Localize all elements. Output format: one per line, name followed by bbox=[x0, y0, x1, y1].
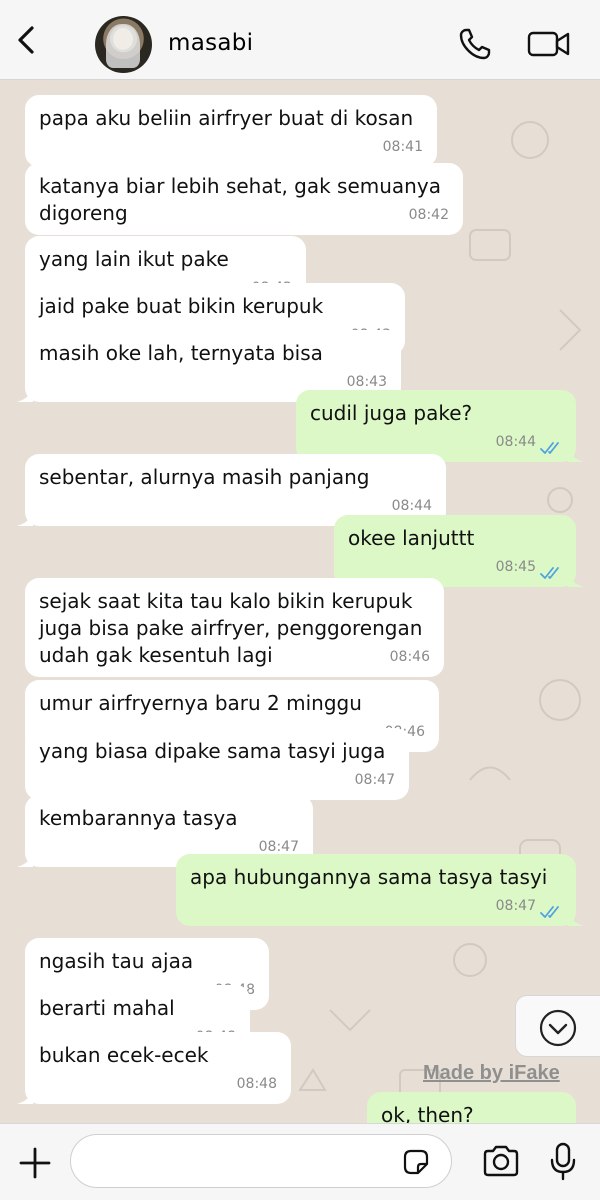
back-chevron-icon bbox=[18, 26, 34, 54]
video-call-button[interactable] bbox=[527, 28, 571, 60]
message-text: apa hubungannya sama tasya tasyi bbox=[190, 865, 548, 889]
incoming-message[interactable]: sejak saat kita tau kalo bikin kerupuk j… bbox=[25, 578, 444, 677]
message-timestamp: 08:48 bbox=[236, 1076, 277, 1092]
message-timestamp: 08:46 bbox=[389, 649, 430, 665]
message-text: bukan ecek-ecek bbox=[39, 1043, 209, 1067]
microphone-icon bbox=[550, 1142, 576, 1181]
avatar[interactable] bbox=[95, 16, 152, 73]
read-receipt-icon bbox=[540, 567, 559, 579]
sticker-button[interactable] bbox=[401, 1147, 431, 1177]
voice-call-button[interactable] bbox=[457, 26, 493, 62]
incoming-message[interactable]: yang biasa dipake sama tasyi juga 08:47 bbox=[25, 728, 409, 800]
sticker-icon bbox=[403, 1149, 429, 1175]
message-text: jaid pake buat bikin kerupuk bbox=[39, 294, 324, 318]
chat-area[interactable]: papa aku beliin airfryer buat di kosan 08… bbox=[0, 80, 600, 1123]
bubble-tail bbox=[17, 851, 33, 867]
message-timestamp: 08:44 bbox=[495, 434, 536, 450]
message-text: kembarannya tasya bbox=[39, 806, 238, 830]
camera-icon bbox=[483, 1145, 519, 1177]
message-text: sebentar, alurnya masih panjang bbox=[39, 465, 370, 489]
bubble-tail bbox=[568, 446, 584, 462]
bubble-tail bbox=[568, 910, 584, 926]
watermark: Made by iFake bbox=[423, 1062, 560, 1084]
message-text: masih oke lah, ternyata bisa bbox=[39, 341, 323, 365]
bubble-tail bbox=[568, 571, 584, 587]
message-text: cudil juga pake? bbox=[310, 401, 473, 425]
outgoing-message[interactable]: apa hubungannya sama tasya tasyi 08:47 bbox=[176, 854, 584, 926]
chevron-down-circle-icon bbox=[539, 1009, 577, 1047]
incoming-message[interactable]: katanya biar lebih sehat, gak semuanya d… bbox=[25, 163, 463, 235]
message-text: ok, then? bbox=[381, 1103, 474, 1123]
attach-button[interactable] bbox=[18, 1146, 52, 1180]
outgoing-message[interactable]: ok, then?08:49 bbox=[367, 1092, 576, 1123]
chat-header: masabi bbox=[0, 0, 600, 80]
phone-icon bbox=[459, 28, 491, 60]
message-text: berarti mahal bbox=[39, 996, 175, 1020]
message-text: ngasih tau ajaa bbox=[39, 949, 194, 973]
read-receipt-icon bbox=[540, 442, 559, 454]
message-timestamp: 08:45 bbox=[495, 559, 536, 575]
read-receipt-icon bbox=[540, 906, 559, 918]
message-text: sejak saat kita tau kalo bikin kerupuk j… bbox=[39, 589, 423, 667]
message-text: papa aku beliin airfryer buat di kosan bbox=[39, 106, 414, 130]
plus-icon bbox=[19, 1147, 51, 1179]
bubble-tail bbox=[17, 1088, 33, 1104]
outgoing-message[interactable]: cudil juga pake? 08:44 bbox=[296, 390, 584, 462]
input-bar bbox=[0, 1123, 600, 1200]
microphone-button[interactable] bbox=[550, 1142, 576, 1182]
message-text: umur airfryernya baru 2 minggu bbox=[39, 691, 362, 715]
incoming-message[interactable]: papa aku beliin airfryer buat di kosan 08… bbox=[25, 95, 437, 167]
message-timestamp: 08:47 bbox=[495, 898, 536, 914]
video-camera-icon bbox=[527, 31, 570, 57]
message-timestamp: 08:41 bbox=[382, 139, 423, 155]
bubble-tail bbox=[17, 386, 33, 402]
message-text: yang biasa dipake sama tasyi juga bbox=[39, 739, 386, 763]
bubble-tail bbox=[17, 510, 33, 526]
camera-button[interactable] bbox=[482, 1144, 520, 1178]
incoming-message[interactable]: bukan ecek-ecek 08:48 bbox=[17, 1032, 291, 1104]
message-timestamp: 08:47 bbox=[354, 772, 395, 788]
message-input[interactable] bbox=[70, 1134, 452, 1188]
message-text: yang lain ikut pake bbox=[39, 247, 229, 271]
contact-name[interactable]: masabi bbox=[168, 30, 253, 56]
message-text: katanya biar lebih sehat, gak semuanya d… bbox=[39, 174, 441, 225]
back-button[interactable] bbox=[10, 22, 44, 58]
message-timestamp: 08:42 bbox=[408, 207, 449, 223]
message-text: okee lanjuttt bbox=[348, 526, 475, 550]
outgoing-message[interactable]: okee lanjuttt 08:45 bbox=[334, 515, 584, 587]
scroll-to-bottom-button[interactable] bbox=[515, 995, 600, 1057]
